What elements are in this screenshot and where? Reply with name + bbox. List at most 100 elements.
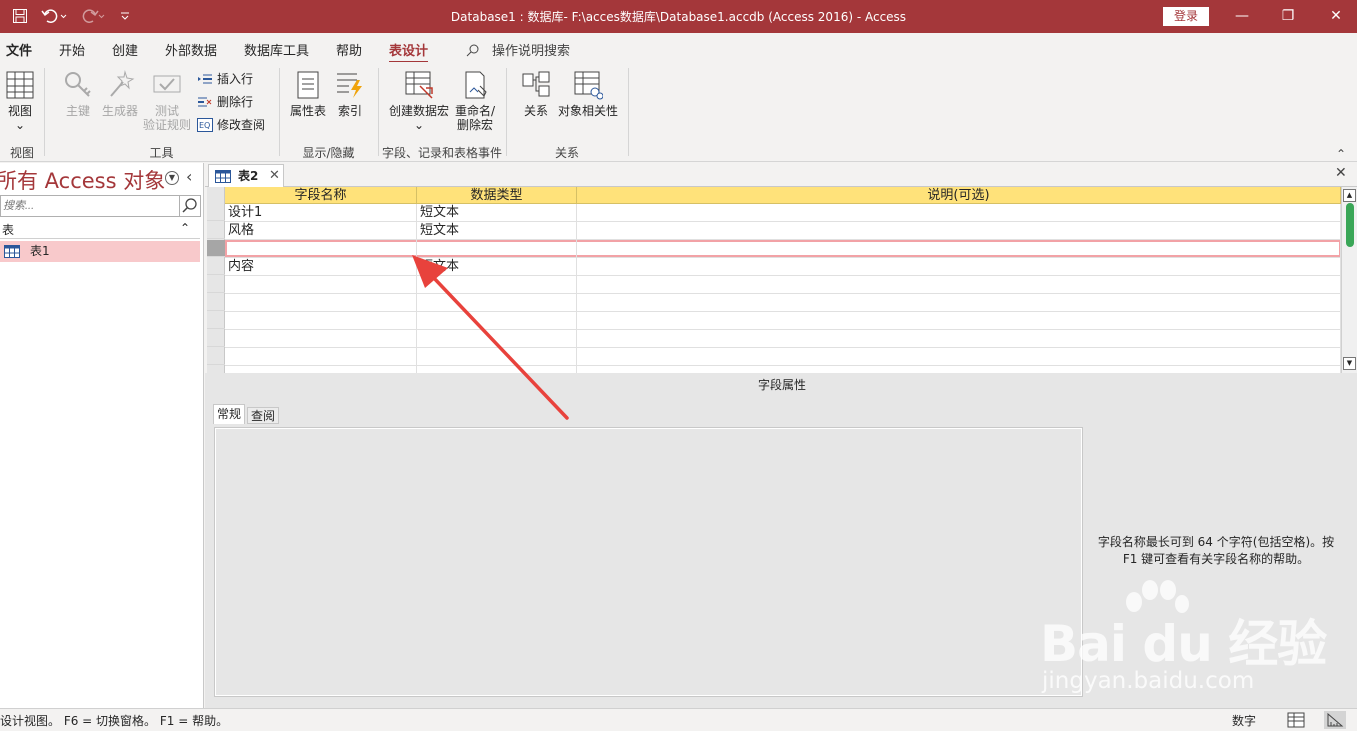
- minimize-button[interactable]: —: [1227, 4, 1257, 28]
- scroll-down-icon[interactable]: ▼: [1343, 357, 1356, 370]
- cell-field-name[interactable]: [225, 276, 417, 294]
- table-row[interactable]: [225, 240, 1341, 258]
- cell-description[interactable]: [577, 276, 1341, 294]
- cell-field-name[interactable]: [225, 348, 417, 366]
- tab-lookup[interactable]: 查阅: [247, 407, 280, 424]
- cell-field-name[interactable]: 风格: [225, 222, 417, 240]
- cell-field-name[interactable]: [225, 294, 417, 312]
- view-label: 视图: [7, 104, 32, 118]
- create-data-macros-button[interactable]: 创建数据宏 ⌄: [386, 70, 452, 132]
- cell-data-type[interactable]: 短文本: [417, 204, 577, 222]
- row-selector[interactable]: [207, 222, 225, 239]
- cell-field-name[interactable]: [225, 312, 417, 330]
- row-selector[interactable]: [207, 276, 225, 293]
- nav-section-tables[interactable]: 表 ⌃: [0, 221, 200, 239]
- cell-field-name[interactable]: 设计1: [225, 204, 417, 222]
- row-selector[interactable]: [207, 312, 225, 329]
- cell-field-name[interactable]: 内容: [225, 258, 417, 276]
- restore-button[interactable]: ❐: [1273, 4, 1303, 28]
- group-label-tools: 工具: [149, 146, 174, 160]
- row-selector[interactable]: [207, 204, 225, 221]
- tell-me-search[interactable]: 操作说明搜索: [466, 40, 570, 59]
- close-tab-icon[interactable]: ✕: [269, 165, 280, 187]
- grid-vertical-scrollbar[interactable]: ▲ ▼: [1341, 187, 1357, 373]
- cell-field-name[interactable]: [225, 240, 417, 258]
- sign-in-button[interactable]: 登录: [1163, 7, 1209, 26]
- nav-search-button[interactable]: [180, 195, 201, 217]
- row-selector[interactable]: [207, 240, 225, 257]
- cell-description[interactable]: [577, 240, 1341, 258]
- cell-field-name[interactable]: [225, 330, 417, 348]
- row-selector[interactable]: [207, 348, 225, 365]
- navigation-pane: 所有 Access 对象 ▼ ‹ 表 ⌃ 表1: [0, 163, 204, 708]
- delete-rows-button[interactable]: 删除行: [197, 93, 253, 110]
- nav-collapse-icon[interactable]: ‹: [186, 167, 192, 186]
- design-view-button[interactable]: [1324, 711, 1346, 729]
- table-row[interactable]: [225, 312, 1341, 330]
- nav-search-input[interactable]: [0, 195, 180, 217]
- cell-data-type[interactable]: [417, 330, 577, 348]
- tab-help[interactable]: 帮助: [336, 40, 362, 59]
- nav-pane-title[interactable]: 所有 Access 对象: [0, 165, 165, 195]
- cell-data-type[interactable]: [417, 312, 577, 330]
- cell-description[interactable]: [577, 366, 1341, 373]
- document-tab-table2[interactable]: 表2 ✕: [208, 164, 284, 187]
- object-dependencies-button[interactable]: 对象相关性: [556, 70, 620, 118]
- cell-description[interactable]: [577, 348, 1341, 366]
- insert-rows-button[interactable]: 插入行: [197, 70, 253, 87]
- row-selector[interactable]: [207, 330, 225, 347]
- tab-file[interactable]: 文件: [6, 40, 32, 59]
- cell-data-type[interactable]: 短文本: [417, 222, 577, 240]
- group-separator: [378, 68, 379, 156]
- relationships-button[interactable]: 关系: [518, 70, 554, 118]
- nav-item-table[interactable]: 表1: [0, 241, 200, 262]
- cell-description[interactable]: [577, 294, 1341, 312]
- test-validation-rules-button[interactable]: 测试 验证规则: [141, 70, 193, 132]
- table-row[interactable]: [225, 348, 1341, 366]
- row-selector[interactable]: [207, 294, 225, 311]
- chevron-up-icon: ⌃: [179, 221, 190, 235]
- datasheet-view-button[interactable]: [1285, 711, 1307, 729]
- tab-external-data[interactable]: 外部数据: [165, 40, 217, 59]
- property-sheet-button[interactable]: 属性表: [288, 70, 328, 118]
- builder-button[interactable]: 生成器: [100, 70, 140, 118]
- collapse-ribbon-button[interactable]: ⌃: [1336, 147, 1346, 161]
- cell-description[interactable]: [577, 312, 1341, 330]
- cell-data-type[interactable]: [417, 366, 577, 373]
- cell-data-type[interactable]: [417, 348, 577, 366]
- view-button[interactable]: 视图 ⌄: [2, 70, 38, 132]
- rename-delete-macro-button[interactable]: 重命名/删除宏: [452, 70, 498, 132]
- cell-description[interactable]: [577, 204, 1341, 222]
- table-row[interactable]: [225, 366, 1341, 373]
- table-row[interactable]: [225, 294, 1341, 312]
- row-selector[interactable]: [207, 366, 225, 373]
- table-row[interactable]: [225, 276, 1341, 294]
- tab-home[interactable]: 开始: [59, 40, 85, 59]
- view-dropdown-arrow: ⌄: [14, 118, 26, 132]
- tab-general[interactable]: 常规: [213, 404, 246, 424]
- tab-create[interactable]: 创建: [112, 40, 138, 59]
- primary-key-button[interactable]: 主键: [60, 70, 96, 118]
- table-row[interactable]: 设计1 短文本: [225, 204, 1341, 222]
- table-row[interactable]: [225, 330, 1341, 348]
- cell-description[interactable]: [577, 330, 1341, 348]
- cell-data-type[interactable]: [417, 276, 577, 294]
- nav-dropdown-icon[interactable]: ▼: [165, 171, 179, 185]
- scroll-up-icon[interactable]: ▲: [1343, 189, 1356, 202]
- cell-field-name[interactable]: [225, 366, 417, 373]
- close-window-button[interactable]: ✕: [1321, 4, 1351, 28]
- tab-database-tools[interactable]: 数据库工具: [244, 40, 309, 59]
- cell-data-type[interactable]: [417, 294, 577, 312]
- modify-lookups-button[interactable]: EQ 修改查阅: [197, 116, 265, 133]
- close-document-icon[interactable]: ✕: [1335, 165, 1347, 181]
- table-row[interactable]: 内容 短文本: [225, 258, 1341, 276]
- row-selector[interactable]: [207, 258, 225, 275]
- cell-data-type[interactable]: [417, 240, 577, 258]
- cell-data-type[interactable]: 短文本: [417, 258, 577, 276]
- cell-description[interactable]: [577, 222, 1341, 240]
- indexes-button[interactable]: 索引: [334, 70, 366, 118]
- cell-description[interactable]: [577, 258, 1341, 276]
- scroll-thumb[interactable]: [1346, 203, 1354, 247]
- tab-table-design[interactable]: 表设计: [389, 40, 429, 64]
- table-row[interactable]: 风格 短文本: [225, 222, 1341, 240]
